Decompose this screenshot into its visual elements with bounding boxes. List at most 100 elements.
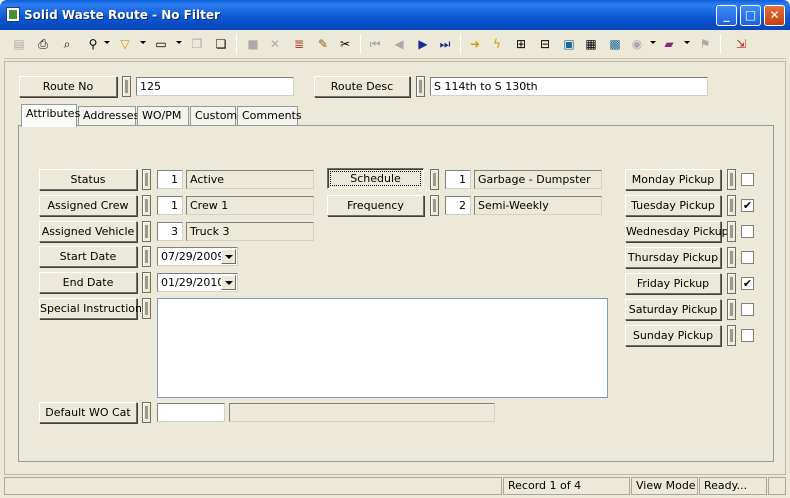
binoculars-dropdown-icon[interactable] [104,41,110,44]
globe-dropdown-icon[interactable] [650,41,656,44]
app-icon[interactable] [6,7,20,22]
monday-pickup-grip[interactable] [727,169,736,190]
sunday-pickup-button[interactable]: Sunday Pickup [625,325,721,346]
close-button[interactable]: ✕ [764,5,785,26]
status-button[interactable]: Status [39,169,137,190]
route-desc-button[interactable]: Route Desc [314,76,410,97]
thursday-pickup-checkbox[interactable] [741,251,754,264]
tuesday-pickup-checkbox[interactable]: ✔ [741,199,754,212]
saturday-pickup-checkbox[interactable] [741,303,754,316]
schedule-code-field[interactable]: 1 [445,170,471,189]
tab-custom[interactable]: Custom [190,106,237,126]
start-date-button[interactable]: Start Date [39,246,137,267]
frequency-code-field[interactable]: 2 [445,196,471,215]
lightning-icon[interactable]: ϟ [488,35,506,53]
assigned-vehicle-button[interactable]: Assigned Vehicle [39,221,137,242]
maximize-button[interactable]: □ [740,5,761,26]
exit-icon[interactable]: ⇲ [732,35,750,53]
copy-icon[interactable]: ❐ [188,35,206,53]
assigned-crew-button[interactable]: Assigned Crew [39,195,137,216]
schedule-grip[interactable] [430,169,439,190]
filter-dropdown-icon[interactable] [140,41,146,44]
assigned-crew-grip[interactable] [142,195,151,216]
flag-icon[interactable]: ⚑ [696,35,714,53]
friday-pickup-button[interactable]: Friday Pickup [625,273,721,294]
default-wo-cat-grip[interactable] [142,402,151,423]
special-instructions-grip[interactable] [142,298,151,319]
book-icon[interactable]: ▰ [660,35,678,53]
calculator-icon[interactable]: ▦ [582,35,600,53]
tuesday-pickup-button[interactable]: Tuesday Pickup [625,195,721,216]
tab-attributes[interactable]: Attributes [21,104,80,127]
thursday-pickup-grip[interactable] [727,247,736,268]
save-icon[interactable]: ■ [244,35,262,53]
tab-wo-pm[interactable]: WO/PM [137,106,189,126]
assigned-vehicle-code-field[interactable]: 3 [157,222,183,241]
end-date-dropdown-icon[interactable] [221,275,236,290]
next-record-icon[interactable]: ▶ [414,35,432,53]
schedule-button[interactable]: Schedule [327,168,424,189]
frequency-button[interactable]: Frequency [327,195,424,216]
delete-icon[interactable]: ✕ [266,35,284,53]
new-icon[interactable]: ▤ [10,35,28,53]
sunday-pickup-checkbox[interactable] [741,329,754,342]
friday-pickup-grip[interactable] [727,273,736,294]
start-date-picker[interactable]: 07/29/2009 [157,247,238,266]
route-desc-field[interactable]: S 114th to S 130th [430,77,708,96]
monday-pickup-checkbox[interactable] [741,173,754,186]
tree-icon[interactable]: ⊟ [536,35,554,53]
wednesday-pickup-grip[interactable] [727,221,736,242]
paste-icon[interactable]: ❏ [212,35,230,53]
route-no-field[interactable]: 125 [136,77,294,96]
end-date-grip[interactable] [142,272,151,293]
window-title: Solid Waste Route - No Filter [24,8,220,22]
end-date-button[interactable]: End Date [39,272,137,293]
monday-pickup-button[interactable]: Monday Pickup [625,169,721,190]
arrow-right-icon[interactable]: ➜ [466,35,484,53]
image-icon[interactable]: ▣ [560,35,578,53]
saturday-pickup-grip[interactable] [727,299,736,320]
default-wo-cat-code-field[interactable] [157,403,225,422]
start-date-grip[interactable] [142,246,151,267]
status-code-field[interactable]: 1 [157,170,183,189]
assigned-crew-code-field[interactable]: 1 [157,196,183,215]
special-instructions-button[interactable]: Special Instructions [39,298,148,319]
book-dropdown-icon[interactable] [684,41,690,44]
edit-icon[interactable]: ✎ [314,35,332,53]
route-no-button[interactable]: Route No [19,76,117,97]
friday-pickup-checkbox[interactable]: ✔ [741,277,754,290]
resize-grip[interactable] [768,477,786,495]
frequency-grip[interactable] [430,195,439,216]
report-dropdown-icon[interactable] [176,41,182,44]
cut-icon[interactable]: ✂ [336,35,354,53]
print-icon[interactable]: ⎙ [34,35,52,53]
start-date-dropdown-icon[interactable] [221,249,236,264]
previous-record-icon[interactable]: ◀ [390,35,408,53]
saturday-pickup-button[interactable]: Saturday Pickup [625,299,721,320]
status-grip[interactable] [142,169,151,190]
default-wo-cat-button[interactable]: Default WO Cat [39,402,137,423]
binoculars-icon[interactable]: ⚲ [84,35,102,53]
wednesday-pickup-button[interactable]: Wednesday Pickup [625,221,729,242]
last-record-icon[interactable]: ⏭ [436,35,454,53]
special-instructions-textarea[interactable] [157,298,608,398]
tuesday-pickup-grip[interactable] [727,195,736,216]
sunday-pickup-grip[interactable] [727,325,736,346]
print-preview-icon[interactable]: ⌕ [58,35,76,53]
report-icon[interactable]: ▭ [152,35,170,53]
chart-icon[interactable]: ▩ [606,35,624,53]
wednesday-pickup-checkbox[interactable] [741,225,754,238]
route-desc-grip[interactable] [416,76,425,97]
filter-icon[interactable]: ▽ [116,35,134,53]
assigned-vehicle-grip[interactable] [142,221,151,242]
minimize-button[interactable]: _ [716,5,737,26]
thursday-pickup-button[interactable]: Thursday Pickup [625,247,721,268]
first-record-icon[interactable]: ⏮ [366,35,384,53]
route-no-grip[interactable] [122,76,131,97]
end-date-picker[interactable]: 01/29/2010 [157,273,238,292]
globe-icon[interactable]: ◉ [628,35,646,53]
stack-icon[interactable]: ≣ [290,35,308,53]
tab-addresses[interactable]: Addresses [78,106,139,126]
tab-comments[interactable]: Comments [237,106,302,126]
map-link-icon[interactable]: ⊞ [512,35,530,53]
